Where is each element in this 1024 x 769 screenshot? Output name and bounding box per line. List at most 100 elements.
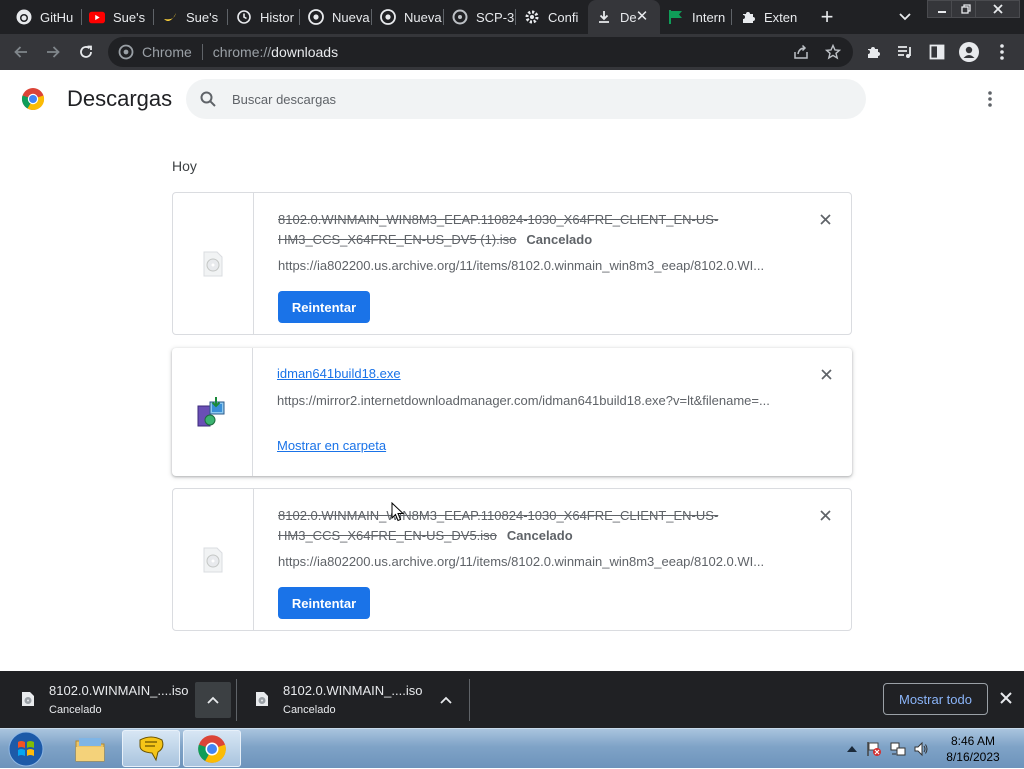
site-label: Chrome (142, 44, 192, 60)
new-tab-button[interactable]: + (815, 5, 839, 29)
shelf-item[interactable]: 8102.0.WINMAIN_....iso Cancelado (0, 671, 236, 728)
close-icon (820, 368, 832, 380)
clock-date[interactable]: 8/16/2023 (930, 750, 1016, 764)
chrome-tab-icon (308, 9, 324, 25)
shelf-item[interactable]: 8102.0.WINMAIN_....iso Cancelado (234, 671, 468, 728)
status-text: Cancelado (506, 528, 573, 543)
chrome-site-icon (118, 44, 134, 60)
tab-title: Nueva (404, 9, 442, 25)
show-all-button[interactable]: Mostrar todo (883, 683, 988, 715)
history-icon (236, 9, 252, 25)
file-name: 8102.0.WINMAIN_WIN8M3_EEAP.110824-1030_X… (278, 212, 719, 247)
side-panel-button[interactable] (925, 40, 949, 64)
windows-start-icon (8, 731, 44, 767)
tab-scp[interactable]: SCP-3 (444, 0, 516, 34)
network-icon[interactable] (890, 741, 906, 757)
chat-bubble-icon (139, 736, 164, 761)
chrome-logo-icon (21, 88, 45, 111)
star-icon (825, 44, 841, 60)
tab-title: GitHu (40, 9, 74, 25)
reload-button[interactable] (74, 40, 98, 64)
remove-button[interactable] (817, 507, 833, 523)
forward-button[interactable] (41, 40, 65, 64)
shelf-item-menu-button[interactable] (195, 682, 231, 718)
date-heading: Hoy (172, 158, 197, 174)
volume-icon[interactable] (913, 741, 929, 757)
download-url[interactable]: https://ia802200.us.archive.org/11/items… (278, 258, 778, 273)
action-center-icon[interactable] (866, 741, 882, 757)
close-window-button[interactable] (975, 0, 1020, 18)
taskbar-explorer[interactable] (61, 730, 119, 767)
download-url[interactable]: https://mirror2.internetdownloadmanager.… (277, 393, 777, 408)
windows-taskbar: 8:46 AM 8/16/2023 (0, 728, 1024, 768)
chrome-tab-icon (380, 9, 396, 25)
tab-internet[interactable]: Intern (660, 0, 732, 34)
youtube-icon (89, 9, 105, 25)
url-scheme: chrome:// (212, 44, 272, 60)
tab-youtube[interactable]: Sue's (82, 0, 154, 34)
download-icon (596, 9, 612, 25)
download-item: idman641build18.exe https://mirror2.inte… (172, 348, 852, 476)
arrow-right-icon (47, 46, 60, 58)
tab-title: Sue's (113, 9, 146, 25)
chevron-up-icon (847, 746, 857, 752)
bookmark-button[interactable] (821, 40, 845, 64)
tab-close-icon[interactable]: ✕ (634, 9, 650, 25)
page-header: Descargas (0, 70, 1024, 128)
tab-title: Histor (260, 9, 294, 25)
chevron-down-icon (899, 13, 911, 21)
back-button[interactable] (9, 40, 33, 64)
search-icon (200, 91, 216, 107)
more-actions-button[interactable] (978, 87, 1002, 111)
arrow-left-icon (14, 46, 27, 58)
share-button[interactable] (789, 40, 813, 64)
clock-time[interactable]: 8:46 AM (930, 734, 1016, 748)
media-button[interactable] (893, 40, 917, 64)
shelf-status: Cancelado (49, 704, 102, 716)
flag-alert-icon (867, 742, 881, 756)
start-button[interactable] (3, 730, 49, 768)
tab-new-2[interactable]: Nueva (372, 0, 444, 34)
taskbar-messenger[interactable] (122, 730, 180, 767)
shelf-item-menu-button[interactable] (428, 682, 464, 718)
tab-title: Exten (764, 9, 798, 25)
chrome-menu-button[interactable] (990, 40, 1014, 64)
show-in-folder-link[interactable]: Mostrar en carpeta (277, 438, 386, 453)
profile-button[interactable] (957, 40, 981, 64)
tab-downloads[interactable]: De ✕ (588, 0, 660, 34)
kebab-menu-icon (988, 91, 992, 107)
tab-new-1[interactable]: Nueva (300, 0, 372, 34)
downloads-page: Descargas Hoy 8102.0.WINMAIN_WIN8M3_EEAP… (0, 70, 1024, 671)
download-item: 8102.0.WINMAIN_WIN8M3_EEAP.110824-1030_X… (172, 488, 852, 631)
tab-history[interactable]: Histor (228, 0, 300, 34)
download-shelf: 8102.0.WINMAIN_....iso Cancelado 8102.0.… (0, 671, 1024, 728)
remove-button[interactable] (818, 366, 834, 382)
flag-icon (668, 9, 684, 25)
tab-sues-2[interactable]: Sue's (154, 0, 228, 34)
close-icon (1000, 692, 1012, 704)
address-bar[interactable]: Chrome chrome://downloads (108, 37, 853, 67)
playlist-icon (898, 46, 911, 58)
download-item: 8102.0.WINMAIN_WIN8M3_EEAP.110824-1030_X… (172, 192, 852, 335)
taskbar-chrome[interactable] (183, 730, 241, 767)
extensions-button[interactable] (861, 40, 885, 64)
github-icon (16, 9, 32, 25)
close-shelf-button[interactable] (996, 688, 1016, 708)
download-url[interactable]: https://ia802200.us.archive.org/11/items… (278, 554, 778, 569)
tab-search-button[interactable] (893, 5, 917, 29)
retry-button[interactable]: Reintentar (278, 587, 370, 619)
file-name-link[interactable]: idman641build18.exe (277, 366, 401, 381)
search-box[interactable] (186, 79, 866, 119)
puzzle-icon (868, 47, 880, 58)
side-panel-icon (929, 44, 945, 60)
search-input[interactable] (232, 79, 852, 119)
show-hidden-icons-button[interactable] (844, 741, 860, 757)
tab-github[interactable]: GitHu (0, 0, 82, 34)
tab-settings[interactable]: Confi (516, 0, 588, 34)
retry-button[interactable]: Reintentar (278, 291, 370, 323)
remove-button[interactable] (817, 211, 833, 227)
tab-extensions[interactable]: Exten (732, 0, 804, 34)
gear-icon (524, 9, 540, 25)
page-title: Descargas (67, 86, 173, 111)
avatar-icon (959, 42, 979, 62)
